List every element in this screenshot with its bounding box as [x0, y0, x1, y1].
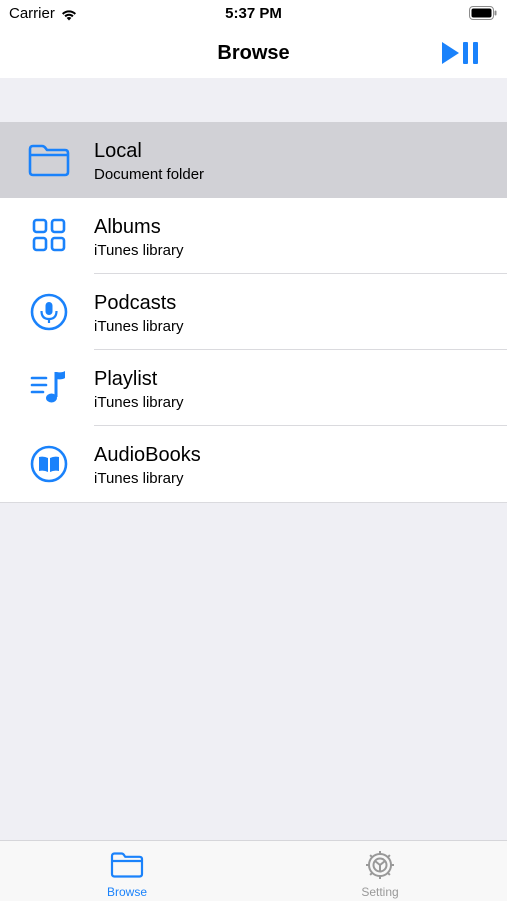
list-item-subtitle: iTunes library: [94, 394, 184, 411]
list-item-title: Albums: [94, 216, 161, 238]
list-item-albums[interactable]: Albums iTunes library: [0, 198, 507, 274]
list-item-title: Playlist: [94, 368, 158, 390]
list-item-title: Local: [94, 140, 142, 162]
battery-icon: [469, 6, 497, 25]
list-item-subtitle: Document folder: [94, 166, 205, 183]
folder-icon: [67, 849, 187, 881]
tab-label: Browse: [106, 885, 147, 899]
folder-icon: [27, 140, 71, 180]
list-item-audiobooks[interactable]: AudioBooks iTunes library: [0, 426, 507, 502]
audiobook-icon: [27, 444, 71, 484]
list-item-subtitle: iTunes library: [94, 470, 184, 487]
list-item-title: AudioBooks: [94, 444, 201, 466]
browse-list: Local Document folder Albums iTunes libr…: [0, 122, 507, 503]
page-title: Browse: [217, 42, 290, 64]
list-item-subtitle: iTunes library: [94, 242, 184, 259]
status-time: 5:37 PM: [225, 5, 282, 22]
list-item-podcasts[interactable]: Podcasts iTunes library: [0, 274, 507, 350]
list-item-local[interactable]: Local Document folder: [0, 122, 507, 198]
status-bar: Carrier 5:37 PM: [0, 0, 507, 28]
tab-bar: Browse Setting: [0, 840, 507, 901]
albums-grid-icon: [27, 216, 71, 256]
play-pause-button[interactable]: [441, 40, 481, 66]
playlist-icon: [27, 368, 71, 408]
podcast-mic-icon: [27, 292, 71, 332]
list-item-subtitle: iTunes library: [94, 318, 184, 335]
gear-icon: [320, 849, 440, 881]
list-item-title: Podcasts: [94, 292, 177, 314]
tab-setting[interactable]: Setting: [320, 849, 440, 899]
play-pause-icon: [442, 42, 478, 64]
navigation-bar: Browse: [0, 28, 507, 78]
tab-browse[interactable]: Browse: [67, 849, 187, 899]
tab-label: Setting: [361, 885, 399, 899]
list-item-playlist[interactable]: Playlist iTunes library: [0, 350, 507, 426]
